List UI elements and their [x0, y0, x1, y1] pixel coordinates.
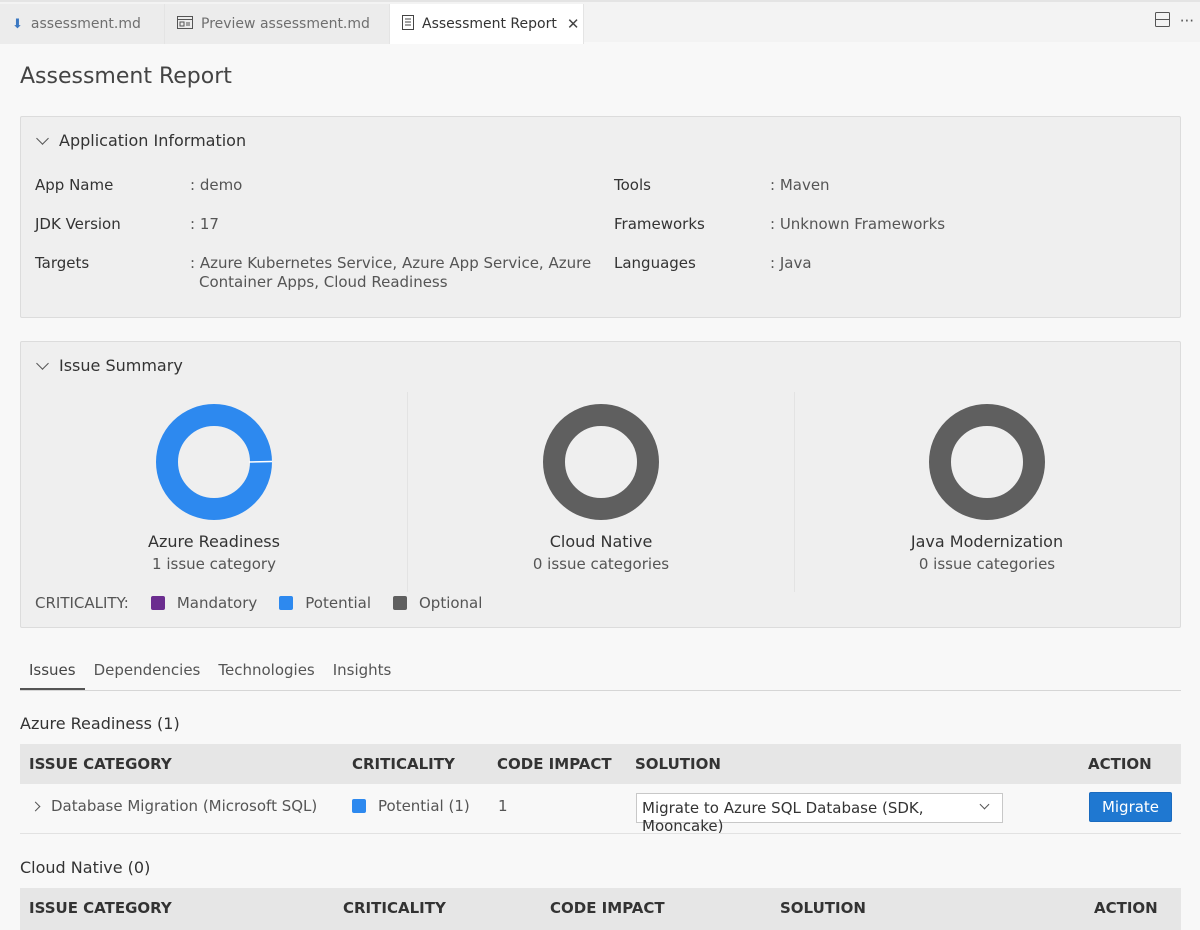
legend-item-label: Potential [305, 594, 371, 612]
jdk-version-label: JDK Version [35, 215, 121, 233]
donut-title: Java Modernization [910, 532, 1064, 551]
targets-value-continued: Container Apps, Cloud Readiness [199, 273, 448, 291]
column-issue-category: ISSUE CATEGORY [29, 899, 172, 917]
issue-category-cell[interactable]: Database Migration (Microsoft SQL) [30, 797, 318, 815]
frameworks-label: Frameworks [614, 215, 705, 233]
cloud-native-section-title: Cloud Native (0) [20, 858, 151, 877]
table-row: Database Migration (Microsoft SQL) Poten… [20, 784, 1181, 835]
column-code-impact: CODE IMPACT [497, 755, 612, 773]
java-modernization-summary: Java Modernization 0 issue categories [794, 392, 1180, 573]
donut-title: Cloud Native [549, 532, 653, 551]
legend-item-label: Optional [419, 594, 483, 612]
solution-selected-value: Migrate to Azure SQL Database (SDK, Moon… [642, 799, 924, 835]
column-criticality: CRITICALITY [343, 899, 446, 917]
potential-swatch [352, 799, 366, 813]
languages-value: : Java [770, 254, 812, 272]
chevron-down-icon [36, 357, 49, 370]
donut-subtitle: 0 issue categories [532, 555, 670, 573]
document-icon [402, 14, 414, 34]
donut-subtitle: 1 issue category [152, 555, 276, 573]
cloud-native-summary: Cloud Native 0 issue categories [408, 392, 794, 573]
download-icon: ⬇ [12, 16, 23, 32]
azure-readiness-summary: Azure Readiness 1 issue category [21, 392, 407, 573]
tab-insights[interactable]: Insights [324, 650, 401, 690]
close-icon[interactable]: ✕ [567, 15, 580, 33]
legend-item-optional: Optional [393, 594, 482, 612]
column-code-impact: CODE IMPACT [550, 899, 665, 917]
tab-assessment-report[interactable]: Assessment Report ✕ [390, 4, 584, 44]
column-issue-category: ISSUE CATEGORY [29, 755, 172, 773]
jdk-version-value: : 17 [190, 215, 219, 233]
section-heading: Issue Summary [59, 356, 183, 375]
azure-readiness-table-header: ISSUE CATEGORY CRITICALITY CODE IMPACT S… [20, 744, 1181, 784]
application-information-panel: Application Information App Name : demo … [20, 116, 1181, 318]
criticality-cell: Potential (1) [352, 797, 470, 815]
legend-item-potential: Potential [279, 594, 371, 612]
app-name-value: : demo [190, 176, 243, 194]
tools-label: Tools [614, 176, 651, 194]
preview-icon [177, 15, 193, 33]
legend-item-label: Mandatory [176, 594, 258, 612]
tab-issues[interactable]: Issues [20, 650, 85, 690]
cloud-native-donut [543, 404, 659, 520]
tabbar-actions: ··· [1154, 12, 1194, 31]
more-actions-icon[interactable]: ··· [1180, 12, 1194, 31]
column-solution: SOLUTION [635, 755, 721, 773]
mandatory-swatch [150, 596, 165, 610]
tab-label: Assessment Report [422, 16, 557, 32]
code-impact-cell: 1 [498, 797, 508, 815]
editor-tab-bar: ⬇ assessment.md Preview assessment.md As… [0, 0, 1200, 44]
application-information-header[interactable]: Application Information [35, 131, 246, 150]
tab-dependencies[interactable]: Dependencies [85, 650, 210, 690]
migrate-button[interactable]: Migrate [1089, 792, 1172, 822]
tab-preview-assessment-md[interactable]: Preview assessment.md [165, 4, 390, 44]
donut-subtitle: 0 issue categories [918, 555, 1056, 573]
app-name-label: App Name [35, 176, 114, 194]
tab-technologies[interactable]: Technologies [209, 650, 323, 690]
legend-label: CRITICALITY: [35, 594, 129, 612]
criticality-legend: CRITICALITY: Mandatory Potential Optiona… [35, 594, 482, 612]
column-action: ACTION [1094, 899, 1158, 917]
column-criticality: CRITICALITY [352, 755, 455, 773]
tab-label: Preview assessment.md [201, 16, 370, 32]
criticality-text: Potential (1) [378, 797, 470, 815]
chevron-down-icon [979, 799, 990, 810]
targets-label: Targets [35, 254, 90, 272]
optional-swatch [393, 596, 407, 610]
issue-category-text: Database Migration (Microsoft SQL) [51, 797, 318, 815]
tab-label: assessment.md [30, 16, 141, 32]
tab-assessment-md[interactable]: ⬇ assessment.md [0, 4, 165, 44]
frameworks-value: : Unknown Frameworks [770, 215, 946, 233]
tools-value: : Maven [770, 176, 830, 194]
section-heading: Application Information [59, 131, 247, 150]
java-modernization-donut [929, 404, 1045, 520]
page-title: Assessment Report [20, 64, 232, 89]
column-solution: SOLUTION [780, 899, 866, 917]
column-action: ACTION [1088, 755, 1152, 773]
azure-readiness-section-title: Azure Readiness (1) [20, 714, 180, 733]
legend-item-mandatory: Mandatory [150, 594, 258, 612]
languages-label: Languages [614, 254, 696, 272]
solution-select[interactable]: Migrate to Azure SQL Database (SDK, Moon… [636, 793, 1003, 835]
potential-swatch [279, 596, 294, 610]
issue-summary-header[interactable]: Issue Summary [35, 356, 183, 375]
issue-summary-panel: Issue Summary Azure Readiness 1 issue ca… [20, 341, 1181, 628]
azure-readiness-donut [156, 404, 272, 520]
chevron-down-icon [36, 132, 49, 145]
chevron-right-icon [30, 801, 41, 812]
content-tabs: Issues Dependencies Technologies Insight… [20, 650, 1181, 691]
donut-title: Azure Readiness [148, 532, 280, 551]
split-editor-icon[interactable] [1154, 12, 1170, 31]
targets-value: : Azure Kubernetes Service, Azure App Se… [190, 254, 592, 272]
cloud-native-table-header: ISSUE CATEGORY CRITICALITY CODE IMPACT S… [20, 888, 1181, 930]
